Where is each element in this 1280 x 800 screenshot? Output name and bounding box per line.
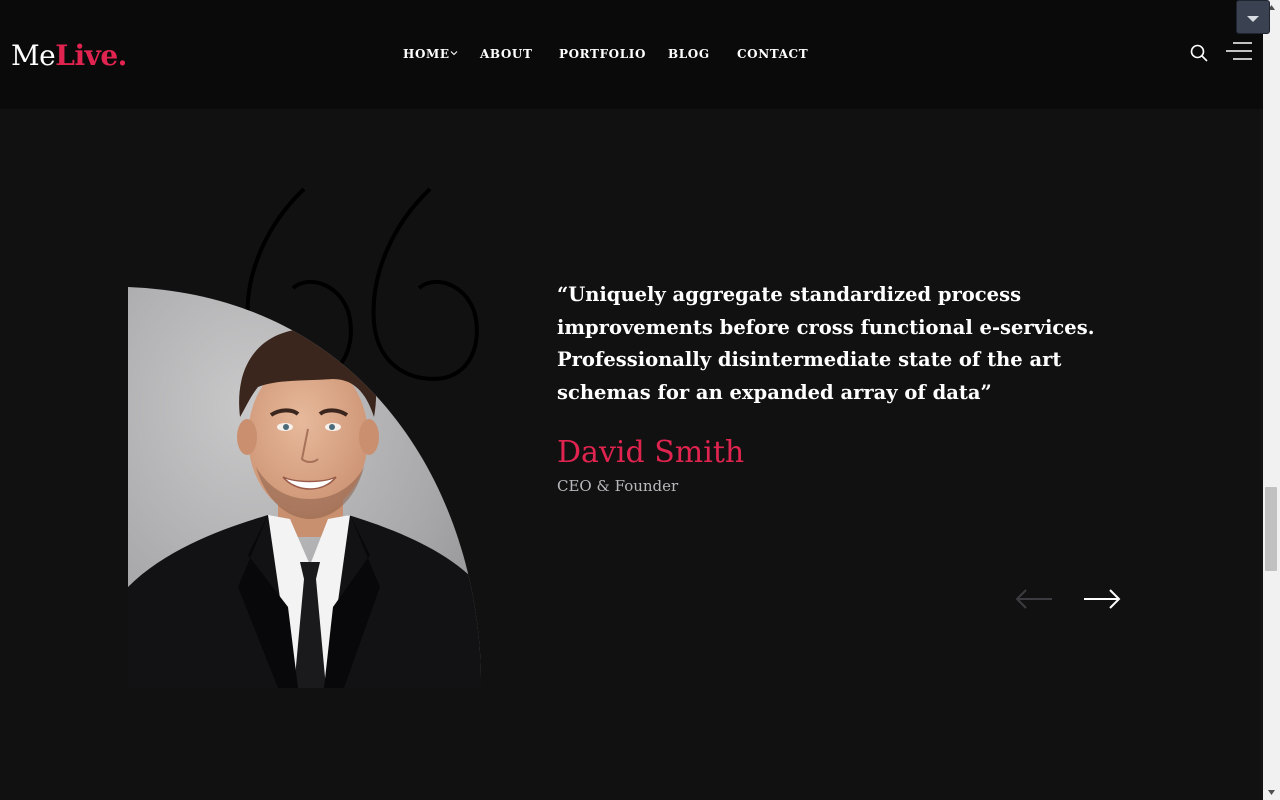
nav-item-contact[interactable]: CONTACT <box>737 45 808 63</box>
dropdown-toggle-button[interactable] <box>1236 0 1270 34</box>
nav-item-label: BLOG <box>668 47 710 61</box>
nav-item-label: ABOUT <box>480 47 533 61</box>
nav-item-label: CONTACT <box>737 47 809 61</box>
page: MeLive. HOME ABOUT PORTFOLIO BLOG CONTAC… <box>0 0 1263 800</box>
nav-item-blog[interactable]: BLOG <box>668 45 710 63</box>
testimonial-author-role: CEO & Founder <box>557 477 679 495</box>
nav-item-label: PORTFOLIO <box>559 47 647 61</box>
testimonial-author-name: David Smith <box>557 435 745 470</box>
search-icon[interactable] <box>1189 43 1209 63</box>
prev-arrow-button[interactable] <box>1014 584 1054 614</box>
site-header: MeLive. HOME ABOUT PORTFOLIO BLOG CONTAC… <box>0 0 1263 109</box>
caret-down-icon <box>1247 16 1259 22</box>
nav-item-home[interactable]: HOME <box>403 45 458 63</box>
nav-item-portfolio[interactable]: PORTFOLIO <box>559 45 646 63</box>
logo-text-accent: Live. <box>55 39 127 72</box>
next-arrow-button[interactable] <box>1082 584 1122 614</box>
nav-item-label: HOME <box>403 47 450 61</box>
testimonial-quote: “Uniquely aggregate standardized process… <box>557 283 1095 404</box>
scrollbar-thumb[interactable] <box>1265 487 1277 571</box>
menu-icon[interactable] <box>1225 40 1253 62</box>
nav-item-about[interactable]: ABOUT <box>480 45 533 63</box>
scroll-down-icon[interactable] <box>1267 788 1276 797</box>
logo-text-primary: Me <box>11 39 56 72</box>
testimonial-photo <box>128 287 481 688</box>
chevron-down-icon <box>450 51 458 56</box>
person-portrait-image <box>128 287 481 688</box>
vertical-scrollbar[interactable] <box>1263 0 1280 800</box>
site-logo[interactable]: MeLive. <box>11 38 127 74</box>
